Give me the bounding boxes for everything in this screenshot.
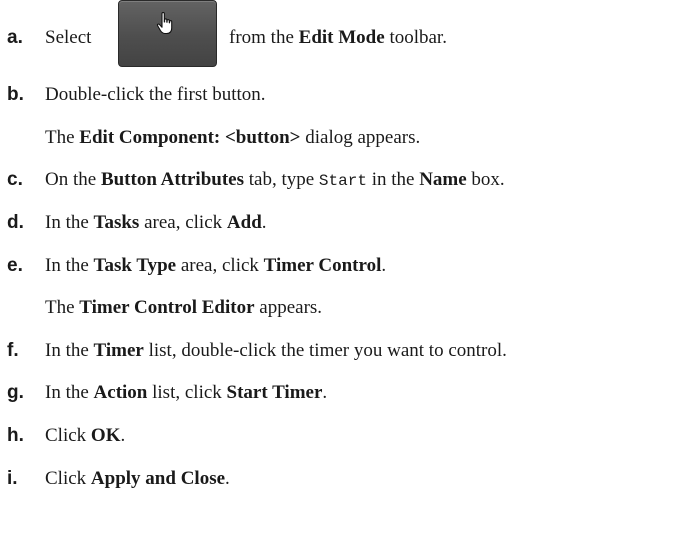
step-letter: a. xyxy=(7,27,23,48)
step-g: g. In the Action list, click Start Timer… xyxy=(0,381,695,405)
hand-pointer-icon xyxy=(156,11,173,35)
step-i: i. Click Apply and Close. xyxy=(0,467,695,491)
step-text: Select xyxy=(45,27,92,48)
step-letter: b. xyxy=(7,84,24,105)
step-letter: g. xyxy=(7,382,24,403)
step-f: f. In the Timer list, double-click the t… xyxy=(0,339,695,363)
step-text: In the Action list, click Start Timer. xyxy=(45,382,328,403)
step-letter: h. xyxy=(7,425,24,446)
step-text: Double-click the first button. xyxy=(45,84,266,105)
step-letter: c. xyxy=(7,169,23,190)
step-text: Click Apply and Close. xyxy=(45,468,230,489)
step-h: h. Click OK. xyxy=(0,424,695,448)
typed-value: Start xyxy=(318,172,367,190)
step-letter: e. xyxy=(7,255,23,276)
step-b: b. Double-click the first button. xyxy=(0,83,695,107)
step-c: c. On the Button Attributes tab, type St… xyxy=(0,168,695,192)
editor-name: Timer Control Editor xyxy=(79,297,255,318)
select-tool-button[interactable] xyxy=(118,0,217,67)
step-text-rest: from the Edit Mode toolbar. xyxy=(229,27,447,48)
step-text: Click OK. xyxy=(45,425,126,446)
step-text: On the Button Attributes tab, type Start… xyxy=(45,169,505,190)
step-text: In the Task Type area, click Timer Contr… xyxy=(45,255,387,276)
edit-mode-label: Edit Mode xyxy=(298,27,385,48)
step-text: In the Timer list, double-click the time… xyxy=(45,340,507,361)
instruction-steps: a. Select from the Edit Mode toolbar. b.… xyxy=(0,0,695,550)
step-e: e. In the Task Type area, click Timer Co… xyxy=(0,254,695,278)
step-b-result: The Edit Component: <button> dialog appe… xyxy=(45,127,421,148)
step-e-result: The Timer Control Editor appears. xyxy=(45,297,323,318)
step-letter: d. xyxy=(7,212,24,233)
step-letter: i. xyxy=(7,468,18,489)
step-text: In the Tasks area, click Add. xyxy=(45,212,267,233)
dialog-name: Edit Component: <button> xyxy=(79,127,301,148)
step-d: d. In the Tasks area, click Add. xyxy=(0,211,695,235)
step-letter: f. xyxy=(7,340,19,361)
